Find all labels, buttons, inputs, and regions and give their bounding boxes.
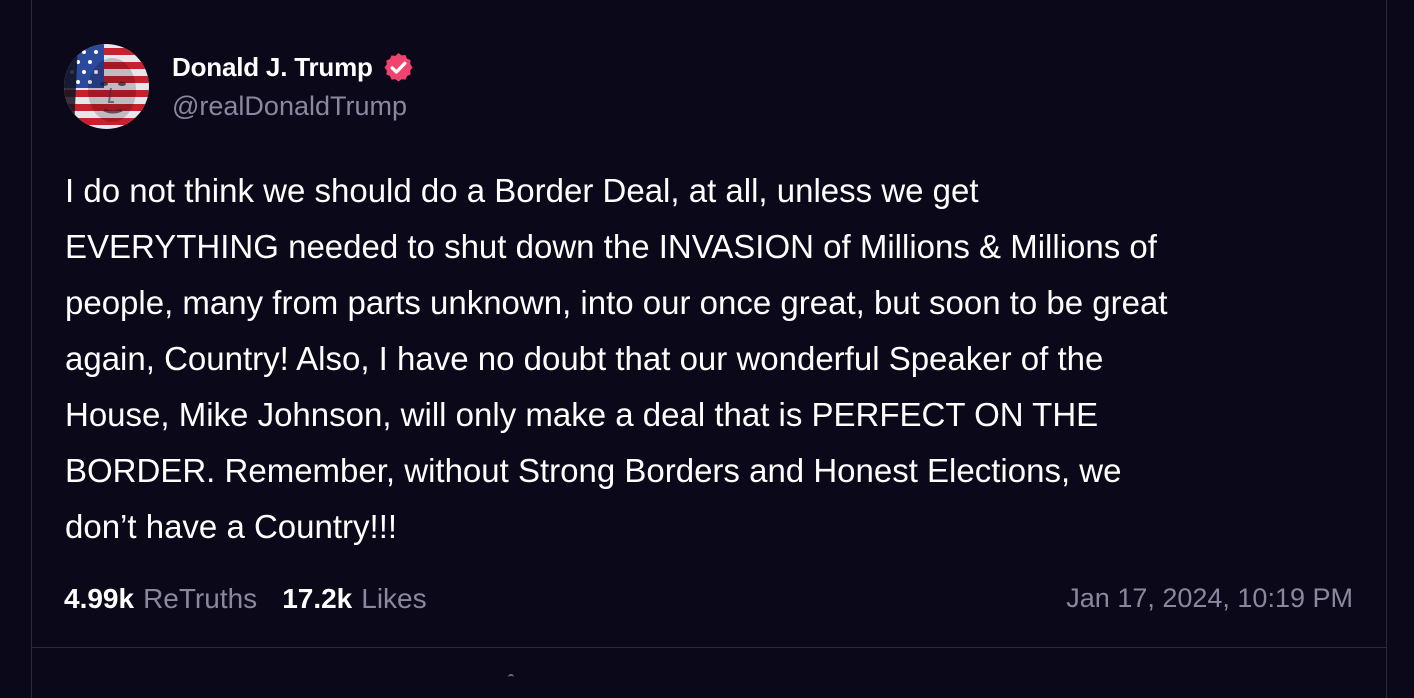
post-header: Donald J. Trump @realDonaldTrump [64,43,415,129]
post-stats: 4.99k ReTruths 17.2k Likes [64,583,427,615]
post-body-line: BORDER. Remember, without Strong Borders… [65,452,1122,489]
post-body: I do not think we should do a Border Dea… [65,163,1365,555]
post-body-line: don’t have a Country!!! [65,508,398,545]
author-handle[interactable]: @realDonaldTrump [172,91,415,122]
author-avatar[interactable] [64,43,149,129]
post-body-line: again, Country! Also, I have no doubt th… [65,340,1104,377]
post-divider [31,647,1387,648]
author-display-name[interactable]: Donald J. Trump [172,52,373,83]
post-body-line: I do not think we should do a Border Dea… [65,172,979,209]
likes-stat[interactable]: 17.2k Likes [282,583,426,615]
post-timestamp[interactable]: Jan 17, 2024, 10:19 PM [1066,583,1353,614]
post-body-line: people, many from parts unknown, into ou… [65,284,1168,321]
author-name-row: Donald J. Trump [172,51,415,85]
retruths-label: ReTruths [143,583,258,614]
likes-label: Likes [361,583,427,614]
post-body-line: House, Mike Johnson, will only make a de… [65,396,1099,433]
retruths-stat[interactable]: 4.99k ReTruths [64,583,257,615]
retruths-count: 4.99k [64,583,135,614]
post-body-line: EVERYTHING needed to shut down the INVAS… [65,228,1157,265]
verified-badge-icon [382,51,415,84]
action-bar-icon-partial [508,674,514,678]
likes-count: 17.2k [282,583,353,614]
flag-painted-face-avatar-icon [64,43,149,129]
author-names: Donald J. Trump @realDonaldTrump [172,51,415,122]
